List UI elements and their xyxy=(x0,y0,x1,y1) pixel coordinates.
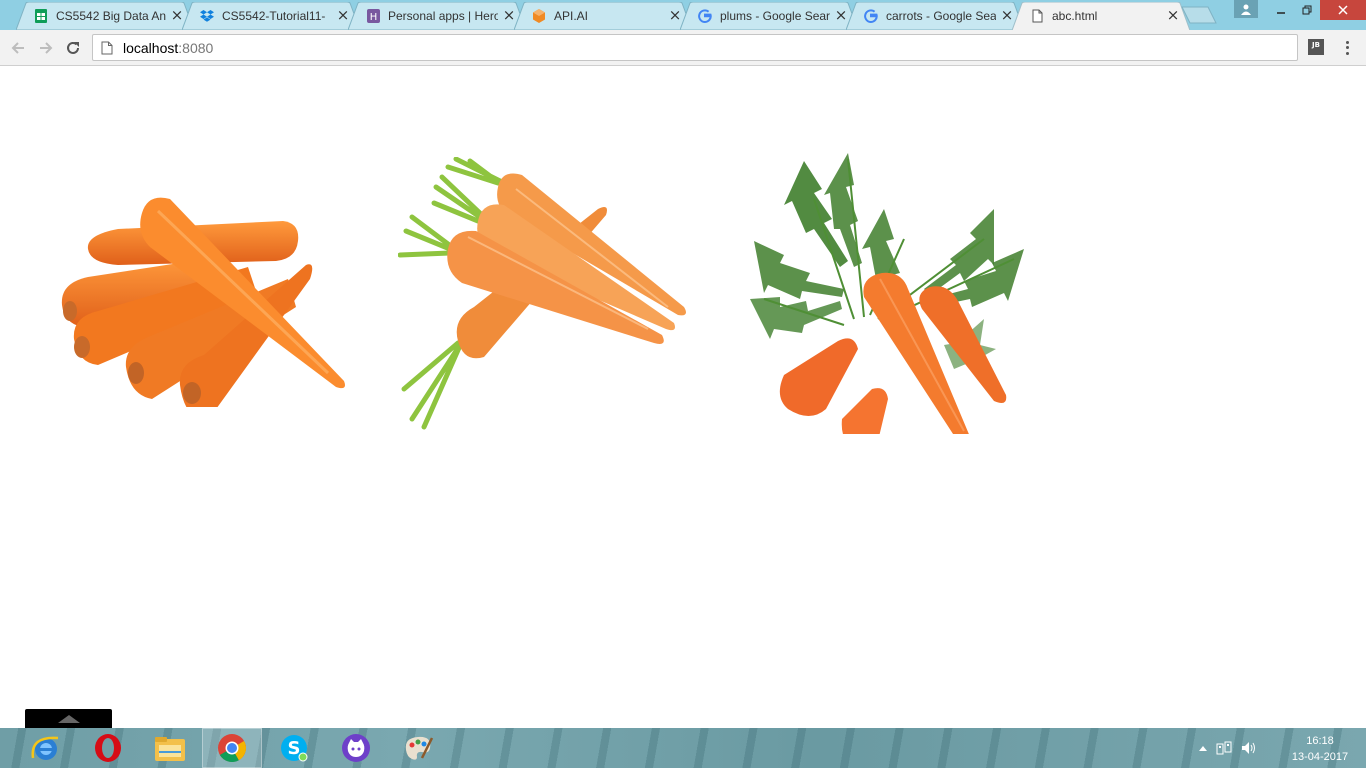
back-button[interactable] xyxy=(7,37,29,59)
taskbar-opera[interactable] xyxy=(78,728,138,768)
tab-strip: CS5542 Big Data Analytics × CS5542-Tutor… xyxy=(0,0,1366,30)
close-window-button[interactable] xyxy=(1320,0,1366,20)
jetbrains-extension-icon[interactable]: JB xyxy=(1308,39,1324,55)
svg-text:H: H xyxy=(369,12,377,23)
arrow-right-icon xyxy=(40,42,53,54)
apiai-icon xyxy=(532,9,546,23)
tab-title: carrots - Google Search xyxy=(886,9,996,23)
network-icon[interactable] xyxy=(1216,740,1232,756)
tab-title: API.AI xyxy=(554,9,589,23)
opera-icon xyxy=(95,734,121,762)
dropbox-icon xyxy=(200,9,214,23)
carrots-with-leaves-image xyxy=(750,153,1024,434)
person-icon xyxy=(1241,4,1251,15)
taskbar-file-explorer[interactable] xyxy=(140,728,200,768)
close-icon[interactable]: × xyxy=(1000,8,1014,23)
tab-abc-html[interactable]: abc.html × xyxy=(1012,2,1190,30)
tab-apiai[interactable]: API.AI × xyxy=(514,2,692,30)
google-icon xyxy=(698,9,712,23)
new-tab-button[interactable] xyxy=(1181,6,1217,24)
tab-title: CS5542 Big Data Analytics xyxy=(56,9,166,23)
carrots-pile-image xyxy=(61,197,345,407)
chevron-up-icon[interactable] xyxy=(1198,744,1208,752)
clock-date: 13-04-2017 xyxy=(1291,751,1349,763)
chrome-menu-button[interactable] xyxy=(1340,38,1354,58)
tab-title: CS5542-Tutorial11- xyxy=(222,9,326,23)
github-desktop-icon xyxy=(342,734,370,762)
arrow-left-icon xyxy=(11,42,24,54)
tab-sheets[interactable]: CS5542 Big Data Analytics × xyxy=(16,2,194,30)
minimize-button[interactable] xyxy=(1268,0,1294,20)
reload-icon xyxy=(67,41,79,54)
reload-button[interactable] xyxy=(62,37,84,59)
chrome-icon xyxy=(218,734,246,763)
taskbar-github-desktop[interactable] xyxy=(326,728,386,768)
tab-title: Personal apps | Heroku xyxy=(388,9,498,23)
tab-title: abc.html xyxy=(1052,9,1098,23)
internet-explorer-icon xyxy=(31,736,59,760)
svg-text:S: S xyxy=(288,738,301,759)
forward-button[interactable] xyxy=(35,37,57,59)
address-bar[interactable]: localhost:8080 xyxy=(92,34,1298,61)
taskbar-clock[interactable]: 16:18 13-04-2017 xyxy=(1278,733,1362,765)
close-icon[interactable]: × xyxy=(834,8,848,23)
tab-plums-search[interactable]: plums - Google Search × xyxy=(680,2,858,30)
tab-title: plums - Google Search xyxy=(720,9,830,23)
clock-time: 16:18 xyxy=(1306,735,1334,747)
close-icon[interactable]: × xyxy=(502,8,516,23)
close-icon[interactable]: × xyxy=(336,8,350,23)
google-icon xyxy=(864,9,878,23)
page-info-icon[interactable] xyxy=(101,41,113,55)
page-content xyxy=(0,67,1366,728)
close-icon[interactable]: × xyxy=(668,8,682,23)
volume-icon[interactable] xyxy=(1240,740,1256,756)
skype-icon: S xyxy=(281,735,308,762)
taskbar-peek-tab[interactable] xyxy=(25,709,112,728)
sheets-icon xyxy=(34,9,48,23)
url-host: localhost xyxy=(123,39,179,56)
file-explorer-icon xyxy=(155,737,185,761)
taskbar-paint[interactable] xyxy=(388,728,448,768)
tab-carrots-search[interactable]: carrots - Google Search × xyxy=(846,2,1024,30)
page-icon xyxy=(1030,9,1044,23)
taskbar-internet-explorer[interactable] xyxy=(16,728,76,768)
paint-icon xyxy=(405,736,434,760)
restore-button[interactable] xyxy=(1294,0,1320,20)
tab-heroku[interactable]: H Personal apps | Heroku × xyxy=(348,2,526,30)
carrots-with-stems-image xyxy=(398,157,686,430)
tab-dropbox[interactable]: CS5542-Tutorial11- × xyxy=(182,2,360,30)
system-tray xyxy=(1198,728,1256,768)
browser-toolbar: localhost:8080 JB xyxy=(0,30,1366,66)
chevron-up-icon xyxy=(57,714,80,723)
url-port: :8080 xyxy=(178,39,214,56)
heroku-icon: H xyxy=(366,9,380,23)
taskbar-chrome[interactable] xyxy=(202,728,262,768)
close-icon[interactable]: × xyxy=(1166,8,1180,23)
windows-taskbar: S 16:18 13-04-2017 xyxy=(0,728,1366,768)
profile-button[interactable] xyxy=(1234,0,1258,18)
close-icon[interactable]: × xyxy=(170,8,184,23)
taskbar-skype[interactable]: S xyxy=(264,728,324,768)
